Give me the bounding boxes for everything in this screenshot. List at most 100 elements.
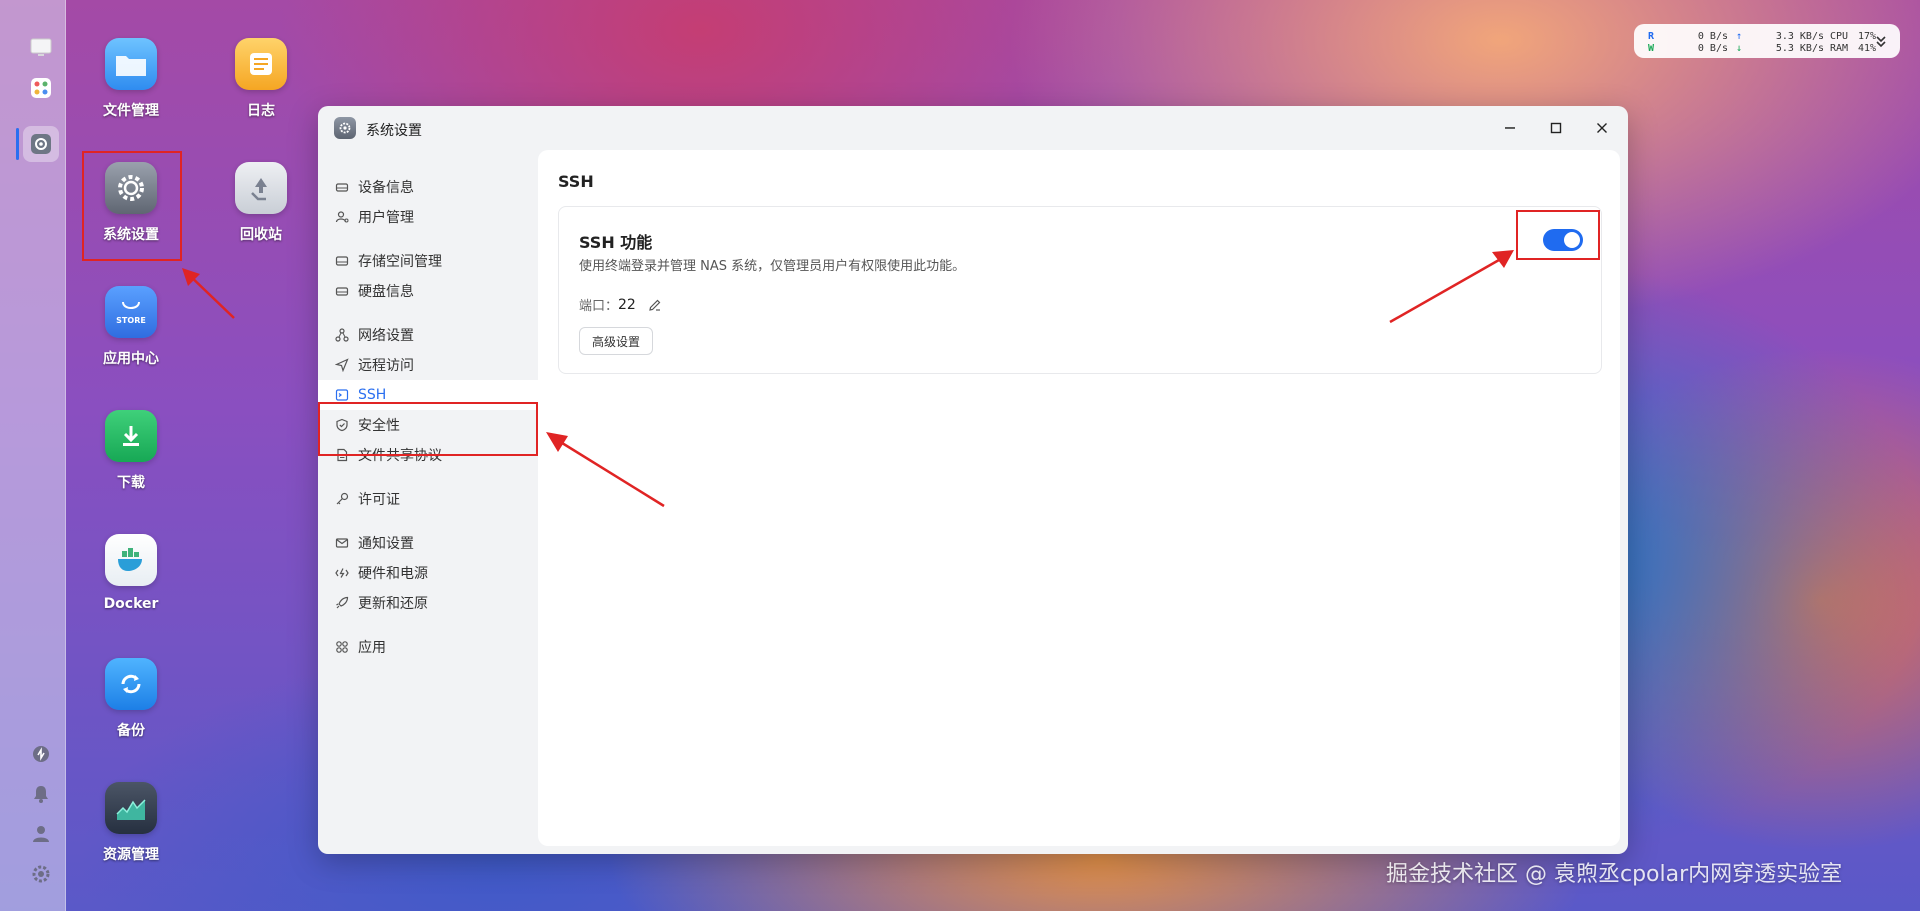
key-icon bbox=[334, 491, 350, 507]
desktop-icon-label: 应用中心 bbox=[103, 351, 159, 367]
sidebar-item-remote-access[interactable]: 远程访问 bbox=[318, 350, 538, 380]
arrow-to-ssh-toggle-icon bbox=[1389, 250, 1514, 324]
sidebar-item-device-info[interactable]: 设备信息 bbox=[318, 172, 538, 202]
desktop-icon-download[interactable]: 下载 bbox=[76, 410, 186, 492]
advanced-settings-button[interactable]: 高级设置 bbox=[579, 327, 654, 355]
desktop-icon-recycle[interactable]: 回收站 bbox=[206, 162, 316, 244]
settings-app-icon bbox=[334, 117, 356, 139]
desktop-icon-logs[interactable]: 日志 bbox=[206, 38, 316, 120]
sidebar-item-label: 更新和还原 bbox=[358, 596, 428, 612]
ram-label: RAM bbox=[1830, 42, 1849, 54]
gear-icon bbox=[31, 134, 51, 154]
read-label: R bbox=[1648, 30, 1655, 42]
desktop-icon-backup[interactable]: 备份 bbox=[76, 658, 186, 740]
sidebar-item-label: 远程访问 bbox=[358, 358, 414, 374]
app-launcher-button[interactable] bbox=[23, 70, 59, 106]
minimize-button[interactable] bbox=[1498, 116, 1522, 140]
sidebar-item-license[interactable]: 许可证 bbox=[318, 484, 538, 514]
close-icon bbox=[1597, 123, 1607, 133]
upload-rate: 3.3 KB/s bbox=[1775, 30, 1824, 42]
sidebar-item-label: 硬盘信息 bbox=[358, 284, 414, 300]
watermark-text: 掘金技术社区 @ 袁煦丞cpolar内网穿透实验室 bbox=[1386, 862, 1843, 887]
desktop-icon-label: 下载 bbox=[117, 475, 145, 491]
sidebar-item-hardware-power[interactable]: 硬件和电源 bbox=[318, 558, 538, 588]
minimize-icon bbox=[1505, 127, 1515, 129]
sidebar-item-label: 网络设置 bbox=[358, 328, 414, 344]
desktop-icon-store[interactable]: STORE 应用中心 bbox=[76, 286, 186, 368]
monitor-icon bbox=[30, 38, 52, 56]
sidebar-item-storage[interactable]: 存储空间管理 bbox=[318, 246, 538, 276]
rocket-icon bbox=[334, 595, 350, 611]
power-icon bbox=[334, 565, 350, 581]
page-title: SSH bbox=[558, 172, 594, 191]
close-button[interactable] bbox=[1590, 116, 1614, 140]
sidebar-item-label: 通知设置 bbox=[358, 536, 414, 552]
ssh-nav-highlight-box bbox=[318, 402, 538, 456]
storage-icon bbox=[334, 253, 350, 269]
folder-icon bbox=[105, 38, 157, 90]
sidebar-item-label: 用户管理 bbox=[358, 210, 414, 226]
sidebar-item-users[interactable]: 用户管理 bbox=[318, 202, 538, 232]
ssh-card-description: 使用终端登录并管理 NAS 系统，仅管理员用户有权限使用此功能。 bbox=[579, 259, 966, 274]
sidebar-item-label: 设备信息 bbox=[358, 180, 414, 196]
network-icon bbox=[334, 327, 350, 343]
sidebar-item-label: 存储空间管理 bbox=[358, 254, 442, 270]
settings-highlight-box bbox=[82, 151, 182, 261]
bell-icon bbox=[34, 786, 48, 803]
write-rate: 0 B/s bbox=[1697, 42, 1728, 54]
port-label: 端口： bbox=[579, 299, 619, 314]
dock-preferences-button[interactable] bbox=[23, 856, 59, 892]
maximize-icon bbox=[1550, 122, 1562, 134]
notifications-button[interactable] bbox=[23, 776, 59, 812]
download-rate: 5.3 KB/s bbox=[1775, 42, 1824, 54]
apps-icon bbox=[334, 639, 350, 655]
sidebar-item-disk[interactable]: 硬盘信息 bbox=[318, 276, 538, 306]
backup-sync-icon bbox=[105, 658, 157, 710]
arrow-to-settings-icon bbox=[182, 268, 235, 319]
write-label: W bbox=[1648, 42, 1655, 54]
sidebar-item-network[interactable]: 网络设置 bbox=[318, 320, 538, 350]
sidebar-item-update-restore[interactable]: 更新和还原 bbox=[318, 588, 538, 618]
notes-icon bbox=[235, 38, 287, 90]
apps-grid-icon bbox=[31, 78, 51, 98]
settings-window: 系统设置 设备信息 用户管理 存储空间管理 硬盘信息 网络设置 远程访问 SSH… bbox=[318, 106, 1628, 854]
arrow-to-ssh-nav-icon bbox=[546, 432, 665, 508]
send-icon bbox=[334, 357, 350, 373]
user-button[interactable] bbox=[23, 816, 59, 852]
sidebar-item-label: SSH bbox=[358, 387, 387, 403]
window-titlebar[interactable]: 系统设置 bbox=[318, 106, 1628, 150]
dock-settings-button[interactable] bbox=[23, 126, 59, 162]
chevrons-down-icon[interactable] bbox=[1874, 34, 1888, 48]
desktop-icon-label: 备份 bbox=[117, 723, 145, 739]
status-icon bbox=[33, 746, 49, 762]
users-icon bbox=[334, 209, 350, 225]
docker-icon bbox=[105, 534, 157, 586]
desktop-icon-monitor[interactable]: 资源管理 bbox=[76, 782, 186, 864]
desktop-icon-docker[interactable]: Docker bbox=[76, 534, 186, 612]
sidebar-item-label: 硬件和电源 bbox=[358, 566, 428, 582]
system-status-widget[interactable]: R 0 B/s ↑ 3.3 KB/s CPU 17% W 0 B/s ↓ 5.3… bbox=[1634, 24, 1900, 58]
desktop-button[interactable] bbox=[23, 30, 59, 66]
sidebar-item-label: 许可证 bbox=[358, 492, 400, 508]
store-bag-icon: STORE bbox=[105, 286, 157, 338]
ssh-toggle-highlight-box bbox=[1516, 210, 1600, 260]
sidebar-item-apps[interactable]: 应用 bbox=[318, 632, 538, 662]
sidebar-item-notifications[interactable]: 通知设置 bbox=[318, 528, 538, 558]
settings-sidebar: 设备信息 用户管理 存储空间管理 硬盘信息 网络设置 远程访问 SSH 安全性 bbox=[318, 150, 538, 854]
user-icon bbox=[33, 826, 49, 842]
mail-icon bbox=[334, 535, 350, 551]
dock-status-button[interactable] bbox=[23, 736, 59, 772]
maximize-button[interactable] bbox=[1544, 116, 1568, 140]
desktop-icon-files[interactable]: 文件管理 bbox=[76, 38, 186, 120]
store-tile-text: STORE bbox=[116, 315, 146, 325]
desktop-icon-label: 日志 bbox=[247, 103, 275, 119]
recycle-icon bbox=[235, 162, 287, 214]
edit-pencil-icon[interactable] bbox=[648, 298, 662, 312]
port-value: 22 bbox=[618, 296, 636, 313]
desktop-icon-label: 资源管理 bbox=[103, 847, 159, 863]
download-icon bbox=[105, 410, 157, 462]
drive-icon bbox=[334, 179, 350, 195]
cog-icon bbox=[32, 865, 50, 883]
desktop-icon-label: Docker bbox=[103, 596, 159, 612]
cpu-label: CPU bbox=[1830, 30, 1849, 42]
